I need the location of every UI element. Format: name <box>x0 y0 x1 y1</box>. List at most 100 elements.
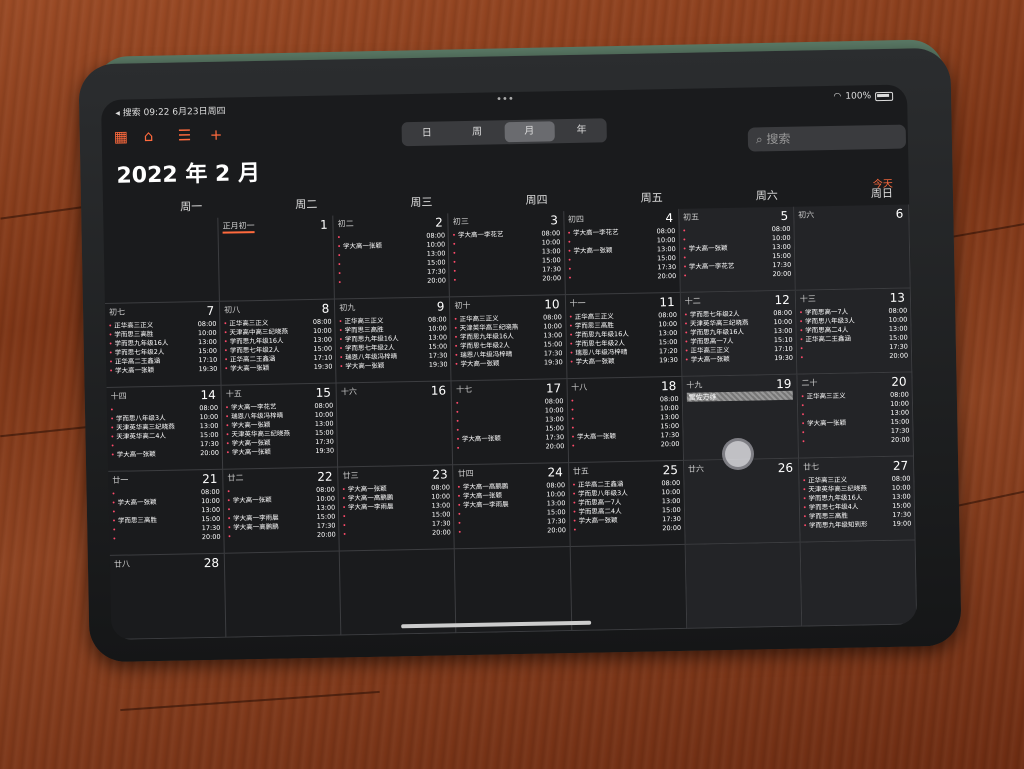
event-time: 20:00 <box>662 523 682 533</box>
event-item[interactable]: 学大高一张颖 19:30 <box>339 360 447 371</box>
event-time: 15:00 <box>198 346 218 356</box>
event-item[interactable]: 20:00 <box>801 436 910 447</box>
lunar-date: 廿六 <box>687 464 705 474</box>
event-title <box>800 345 806 354</box>
event-time: 19:30 <box>543 358 563 367</box>
day-cell[interactable] <box>800 540 918 627</box>
day-cell[interactable]: 初九 9正华高三正义08:00学而思三高胜10:00学而思九年级16人13:00学… <box>335 297 452 384</box>
event-time: 17:20 <box>658 346 678 356</box>
day-cell[interactable] <box>455 547 572 634</box>
day-cell[interactable] <box>224 551 342 638</box>
event-time: 08:00 <box>773 308 793 318</box>
assistive-touch-button[interactable] <box>722 438 754 470</box>
event-title <box>112 535 118 544</box>
event-item[interactable]: 学大高一张颖 19:30 <box>685 354 793 365</box>
event-item[interactable]: 学大高一张颖 19:30 <box>570 356 678 367</box>
day-cell[interactable] <box>103 217 221 304</box>
day-cell[interactable]: 十一 11正华高三正义08:00学而思三高胜10:00学而思九年级16人13:00… <box>565 292 683 380</box>
event-item[interactable]: 学大高一张颖 19:30 <box>109 365 217 376</box>
day-cell[interactable]: 廿二2208:00学大高一张颖10:0013:00学大高一李雨晨15:00学大高… <box>223 467 341 554</box>
seg-week[interactable]: 周 <box>452 120 503 145</box>
event-time: 10:00 <box>199 412 219 422</box>
day-cell[interactable]: 廿一 2108:00 学大高一张颖 10:0013:00 学而思三高胜 15:0017:3… <box>108 469 225 556</box>
day-cell[interactable]: 初七 7正华高三正义08:00学而思三高胜10:00学而思九年级16人13:00学… <box>104 301 222 388</box>
day-cell[interactable]: 初六 6 <box>794 204 911 291</box>
day-number: 4 <box>665 211 674 226</box>
day-cell[interactable]: 二十 20 正华高三正义 08:0010:0013:00 学大高一张颖 15:0017:3… <box>797 372 915 459</box>
event-time: 08:00 <box>431 483 451 492</box>
lunar-date: 廿八 <box>113 559 131 569</box>
event-time: 17:30 <box>199 439 219 449</box>
event-time: 17:30 <box>542 265 561 274</box>
multitask-dots-icon[interactable]: ••• <box>496 94 514 105</box>
day-cell[interactable]: 廿五 25正华高二王鑫涵08:00学而思八年级3人10:00学而思高一7人13:0… <box>568 460 686 548</box>
day-cell[interactable]: 正月初一 1 <box>218 215 336 302</box>
day-cell[interactable]: 十七 1708:0010:0013:0015:00 学大高一张颖 17:3020:00 <box>451 379 569 466</box>
lunar-date: 初九 <box>339 303 356 313</box>
event-item[interactable]: 20:00 <box>800 352 908 363</box>
day-cell[interactable]: 十五15学大高一李花艺08:00瑞恩八年级冯梓晴10:00学大高一张颖13:00… <box>221 383 339 470</box>
event-item[interactable]: 学大高一张颖 19:30 <box>455 358 563 369</box>
day-cell[interactable]: 十八 1808:0010:0013:0015:00 学大高一张颖 17:3020:00 <box>567 376 684 464</box>
weekday-label: 周四 <box>525 193 548 207</box>
event-time: 15:00 <box>546 508 566 517</box>
event-item[interactable]: 20:00 <box>453 274 561 285</box>
event-item[interactable]: 学而思九年级知到形 19:00 <box>803 520 911 531</box>
day-cell[interactable]: 初十 10正华高三正义08:00天津英华高三纪晓燕10:00学而思九年级16人13… <box>450 295 568 382</box>
event-item[interactable]: 20:00 <box>338 276 446 287</box>
event-item[interactable]: 学大高一张颖 19:30 <box>226 447 334 458</box>
day-cell[interactable]: 初五 508:0010:00 学大高一张颖 13:0015:00 学大高一李花艺 17:3… <box>678 206 796 293</box>
search-field[interactable]: ⌕ 搜索 <box>747 124 907 152</box>
day-cell[interactable] <box>570 544 687 632</box>
event-time: 15:00 <box>201 514 221 524</box>
day-cell[interactable]: 廿七 27 正华高三正义08:00天津英华高三纪晓燕10:00学而思九年级16人13… <box>798 456 916 543</box>
day-cell[interactable]: 廿八 28 <box>109 553 227 640</box>
event-time: 20:00 <box>657 271 677 281</box>
event-title <box>455 408 461 417</box>
all-day-event[interactable]: 雷佐万维 <box>686 390 793 402</box>
event-title <box>801 437 807 446</box>
day-number: 23 <box>432 467 448 482</box>
day-cell[interactable]: 初三 3 学大高一李花艺 08:0010:0013:0015:0017:3020:00 <box>448 211 566 298</box>
lunar-date: 初二 <box>337 219 354 229</box>
event-title <box>112 526 118 535</box>
event-item[interactable]: 学大高一张颖 20:00 <box>111 449 219 460</box>
day-cell[interactable]: 初四 4 学大高一李花艺 08:0010:00 学大高一张颖 13:0015:0017:3… <box>563 208 681 296</box>
day-cell[interactable]: 廿六 26 <box>683 458 801 545</box>
day-cell[interactable]: 十四1408:00学而思八年级3人10:00天津英华高三纪晓燕13:00天津英华… <box>106 385 224 472</box>
event-title <box>337 251 343 260</box>
event-time: 17:30 <box>428 351 448 360</box>
day-cell[interactable]: 十二 12学而思七年级2人08:00天津英华高三纪晓燕10:00学而思九年级16人… <box>680 290 798 377</box>
lunar-date: 廿五 <box>572 466 589 477</box>
calendars-icon[interactable]: ▦ <box>114 127 129 145</box>
day-cell[interactable]: 十三 13 学而思高一7人08:00学而思八年级3人10:00学而思高二4人13:0… <box>795 288 913 375</box>
event-time: 10:00 <box>891 483 911 492</box>
event-item[interactable]: 20:00 <box>458 526 566 537</box>
day-cell[interactable]: 十六 16 <box>336 381 454 468</box>
event-item[interactable]: 学大高一张颖 19:30 <box>224 363 332 374</box>
day-number: 16 <box>430 383 447 398</box>
event-title: 学大高一李雨晨 <box>342 502 394 512</box>
day-cell[interactable]: 初八 8 正华高三正义08:00天津高中高三纪晓燕10:00学而思九年级16人13:… <box>220 299 337 386</box>
list-icon[interactable]: ☰ <box>178 126 192 144</box>
seg-day[interactable]: 日 <box>402 121 453 146</box>
day-cell[interactable]: 初二 208:00 学大高一张颖 10:0013:0015:0017:3020:00 <box>333 213 451 300</box>
event-item[interactable]: 20:00 <box>568 272 676 283</box>
inbox-icon[interactable]: ⌂ <box>144 127 154 145</box>
event-item[interactable]: 20:00 <box>112 533 221 544</box>
seg-month[interactable]: 月 <box>504 121 555 143</box>
back-to-search[interactable]: ◂ 搜索 <box>115 108 141 118</box>
event-time: 10:00 <box>314 410 334 419</box>
day-cell[interactable]: 廿四24学大高一高鹏鹏08:00学大高一张颖10:00学大高一李雨晨13:001… <box>453 463 571 550</box>
event-item[interactable]: 20:00 <box>343 528 451 539</box>
day-cell[interactable] <box>685 542 803 629</box>
seg-year[interactable]: 年 <box>556 118 607 143</box>
lunar-date: 初五 <box>683 212 700 222</box>
day-cell[interactable] <box>340 549 457 636</box>
status-bar-right: ◠ 100% <box>833 91 894 102</box>
event-time: 10:00 <box>316 494 336 503</box>
add-event-icon[interactable]: + <box>210 126 223 144</box>
event-time: 10:00 <box>659 403 679 413</box>
event-time: 15:00 <box>890 417 910 426</box>
day-cell[interactable]: 廿三23学大高一张颖08:00学大高一高鹏鹏10:00学大高一李雨晨13:001… <box>338 465 456 552</box>
